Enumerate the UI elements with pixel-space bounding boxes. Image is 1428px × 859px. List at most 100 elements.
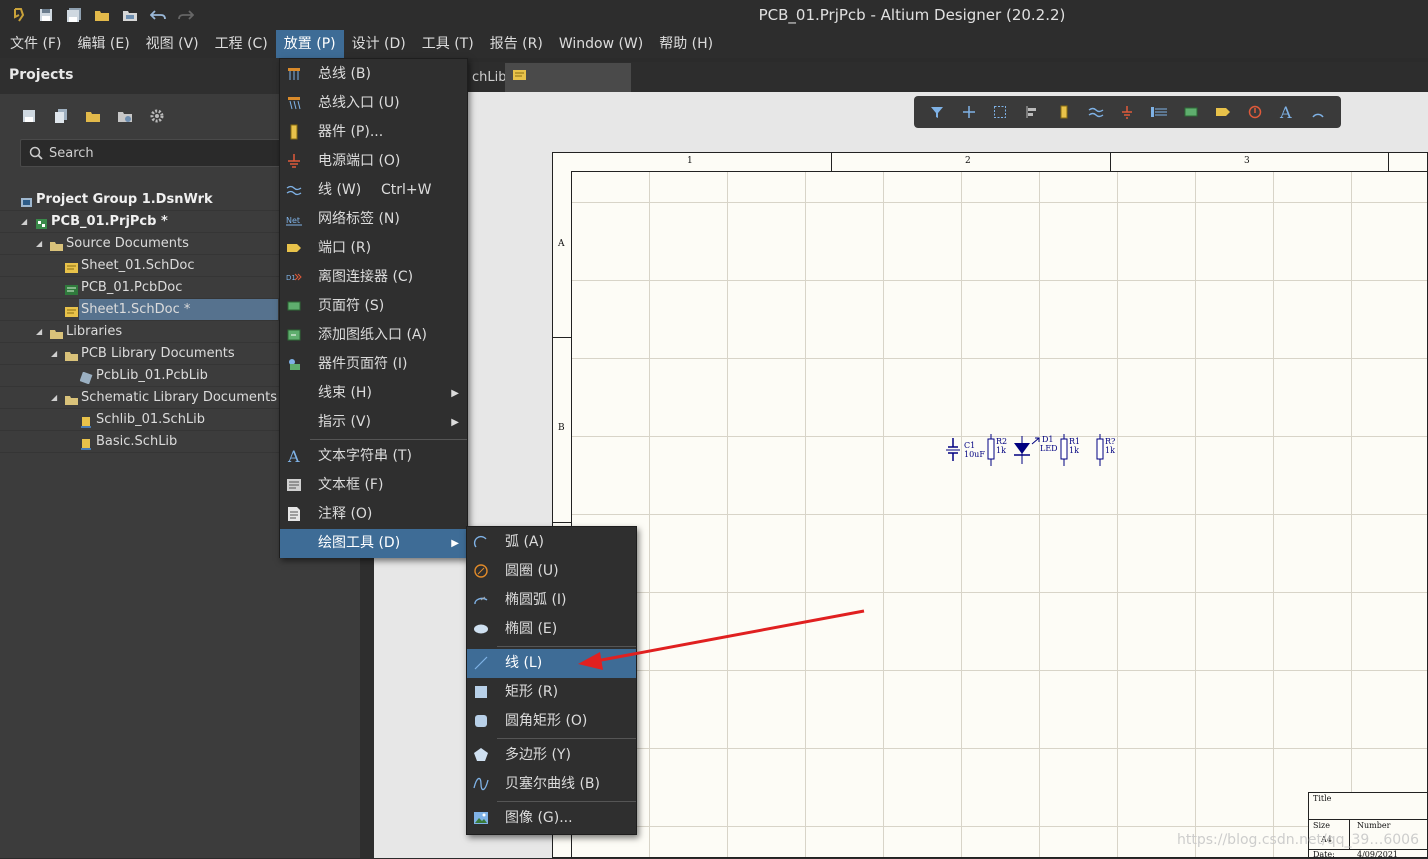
menu-6[interactable]: 工具 (T) xyxy=(414,30,482,58)
place-menu-item[interactable]: 指示 (V) ▶ xyxy=(280,408,467,437)
drawing-tool-item[interactable]: 椭圆弧 (I) xyxy=(467,586,636,615)
copy-icon[interactable] xyxy=(46,104,76,128)
watermark: https://blog.csdn.net/qq_39…6006 xyxy=(1177,832,1419,848)
schdoc-icon xyxy=(65,260,78,273)
schematic-parts: C1 10uF R2 1k D1 LED R1 1k R? 1k xyxy=(940,430,1120,470)
folder-settings-icon[interactable] xyxy=(110,104,140,128)
filter-icon[interactable] xyxy=(922,100,952,124)
align-icon[interactable] xyxy=(1017,100,1047,124)
menu-5[interactable]: 设计 (D) xyxy=(344,30,414,58)
pcblib-icon xyxy=(79,370,93,385)
drawing-tool-item[interactable]: 矩形 (R) xyxy=(467,678,636,707)
part-value-r-unnumbered[interactable]: 1k xyxy=(1105,447,1115,455)
menu-1[interactable]: 编辑 (E) xyxy=(69,30,137,58)
menu-9[interactable]: 帮助 (H) xyxy=(651,30,721,58)
zone-divider xyxy=(1388,152,1389,171)
expand-icon[interactable]: ◢ xyxy=(51,387,57,409)
part-value-c1[interactable]: 10uF xyxy=(964,451,985,459)
place-menu-item[interactable]: 器件 (P)... xyxy=(280,118,467,147)
menu-3[interactable]: 工程 (C) xyxy=(207,30,276,58)
folder-icon xyxy=(50,238,63,251)
expand-icon[interactable]: ◢ xyxy=(36,321,42,343)
place-menu-item[interactable]: 线 (W) Ctrl+W xyxy=(280,176,467,205)
menu-item-label: 网络标签 (N) xyxy=(318,211,400,227)
expand-icon[interactable]: ◢ xyxy=(51,343,57,365)
drawing-tool-item[interactable]: 线 (L) xyxy=(467,649,636,678)
text-icon[interactable]: A xyxy=(1271,100,1301,124)
folder-open-icon[interactable] xyxy=(78,104,108,128)
drawing-tool-item[interactable]: 多边形 (Y) xyxy=(467,741,636,770)
place-menu-item[interactable]: 总线入口 (U) xyxy=(280,89,467,118)
part-ref-d1[interactable]: D1 xyxy=(1042,436,1054,444)
menu-8[interactable]: Window (W) xyxy=(551,30,651,58)
menu-7[interactable]: 报告 (R) xyxy=(482,30,551,58)
place-menu-item[interactable]: 页面符 (S) xyxy=(280,292,467,321)
workspace-icon xyxy=(20,194,33,207)
menu-4[interactable]: 放置 (P) xyxy=(275,30,344,58)
round-rectangle-icon xyxy=(473,713,489,729)
gear-icon[interactable] xyxy=(142,104,172,128)
menu-item-label: 图像 (G)... xyxy=(505,810,573,826)
crosshair-icon[interactable] xyxy=(954,100,984,124)
tree-item-label: PCB Library Documents xyxy=(81,346,235,361)
expand-icon[interactable]: ◢ xyxy=(36,233,42,255)
schlib-icon xyxy=(80,436,93,450)
part-icon[interactable] xyxy=(1049,100,1079,124)
drawing-tool-item[interactable]: 椭圆 (E) xyxy=(467,615,636,644)
menu-0[interactable]: 文件 (F) xyxy=(0,30,69,58)
place-menu-item[interactable]: 绘图工具 (D) ▶ xyxy=(280,529,467,558)
sheet-entry-icon xyxy=(286,327,302,343)
pcbdoc-icon xyxy=(65,282,78,295)
place-menu-item[interactable]: 电源端口 (O) xyxy=(280,147,467,176)
drawing-tool-item[interactable]: 贝塞尔曲线 (B) xyxy=(467,770,636,799)
image-icon xyxy=(473,810,489,826)
drawing-tool-item[interactable]: 图像 (G)... xyxy=(467,804,636,833)
search-placeholder: Search xyxy=(49,145,94,161)
part-value-r1[interactable]: 1k xyxy=(1069,447,1079,455)
part-ref-r2[interactable]: R2 xyxy=(996,438,1007,446)
wire-icon xyxy=(286,182,302,198)
expand-icon[interactable]: ◢ xyxy=(21,211,27,233)
part-ref-r1[interactable]: R1 xyxy=(1069,438,1080,446)
menu-item-label: 贝塞尔曲线 (B) xyxy=(505,776,600,792)
place-menu-item[interactable]: A 文本字符串 (T) xyxy=(280,442,467,471)
part-ref-r-unnumbered[interactable]: R? xyxy=(1105,438,1115,446)
place-menu-item[interactable]: 端口 (R) xyxy=(280,234,467,263)
sheet-symbol-icon[interactable] xyxy=(1176,100,1206,124)
menu-2[interactable]: 视图 (V) xyxy=(138,30,207,58)
place-menu-item[interactable]: 文本框 (F) xyxy=(280,471,467,500)
select-rect-icon[interactable] xyxy=(986,100,1016,124)
harness-icon[interactable] xyxy=(1144,100,1174,124)
menu-item-label: 椭圆弧 (I) xyxy=(505,592,567,608)
drawing-tool-item[interactable]: 圆角矩形 (O) xyxy=(467,707,636,736)
part-value-d1[interactable]: LED xyxy=(1040,445,1058,453)
bus-entry-icon xyxy=(286,95,302,111)
place-menu-item[interactable]: 添加图纸入口 (A) xyxy=(280,321,467,350)
place-menu-item[interactable]: D1 离图连接器 (C) xyxy=(280,263,467,292)
part-ref-c1[interactable]: C1 xyxy=(964,442,975,450)
number-label: Number xyxy=(1357,821,1391,830)
place-menu-item[interactable]: Net 网络标签 (N) xyxy=(280,205,467,234)
rectangle-icon xyxy=(473,684,489,700)
tab-0[interactable]: chLib xyxy=(464,63,507,92)
power-port-icon[interactable] xyxy=(1113,100,1143,124)
sheet-drawing-area[interactable] xyxy=(571,171,1428,858)
zone-divider xyxy=(831,152,832,171)
tree-item-label: PcbLib_01.PcbLib xyxy=(96,368,208,383)
part-value-r2[interactable]: 1k xyxy=(996,447,1006,455)
menu-separator xyxy=(310,439,467,440)
arc-icon[interactable] xyxy=(1303,100,1333,124)
place-menu-item[interactable]: 注释 (O) xyxy=(280,500,467,529)
place-menu-item[interactable]: 线束 (H) ▶ xyxy=(280,379,467,408)
wire-icon[interactable] xyxy=(1081,100,1111,124)
place-menu-item[interactable]: 器件页面符 (I) xyxy=(280,350,467,379)
menu-item-shortcut: Ctrl+W xyxy=(381,182,432,198)
place-menu-item[interactable]: 总线 (B) xyxy=(280,60,467,89)
port-icon[interactable] xyxy=(1208,100,1238,124)
drawing-tool-item[interactable]: 弧 (A) xyxy=(467,528,636,557)
directive-icon[interactable] xyxy=(1240,100,1270,124)
drawing-tool-item[interactable]: 圆圈 (U) xyxy=(467,557,636,586)
tab-1[interactable]: Sheet1.SchDoc * xyxy=(505,63,631,114)
menu-item-label: 电源端口 (O) xyxy=(318,153,401,169)
save-icon[interactable] xyxy=(14,104,44,128)
